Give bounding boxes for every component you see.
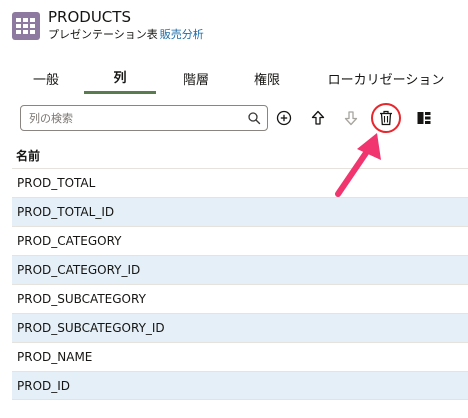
column-search-input[interactable] — [29, 111, 239, 125]
table-row[interactable]: PROD_CATEGORY_ID — [12, 255, 468, 284]
move-down-icon — [344, 111, 358, 126]
column-search-box — [20, 105, 268, 131]
table-row[interactable]: PROD_SUBCATEGORY_ID — [12, 313, 468, 342]
move-up-icon — [311, 110, 325, 125]
tab-localization[interactable]: ローカリゼーション — [316, 62, 456, 94]
subject-area-link[interactable]: 販売分析 — [160, 28, 204, 41]
columns-list: PROD_TOTAL PROD_TOTAL_ID PROD_CATEGORY P… — [12, 168, 468, 400]
page-title: PRODUCTS — [48, 8, 131, 26]
tab-bar: 一般 列 階層 権限 ローカリゼーション — [12, 62, 468, 96]
panel-icon — [417, 112, 431, 124]
table-row[interactable]: PROD_CATEGORY — [12, 226, 468, 255]
tab-hierarchy[interactable]: 階層 — [166, 62, 226, 94]
delete-column-button[interactable] — [374, 106, 398, 130]
move-up-button[interactable] — [306, 106, 330, 130]
subtitle-text: プレゼンテーション表 — [48, 28, 158, 41]
table-icon — [12, 12, 40, 40]
table-row[interactable]: PROD_NAME — [12, 342, 468, 371]
tab-permissions[interactable]: 権限 — [238, 62, 296, 94]
toggle-panel-button[interactable] — [412, 106, 436, 130]
add-column-button[interactable] — [272, 106, 296, 130]
table-row[interactable]: PROD_TOTAL — [12, 168, 468, 197]
table-row[interactable]: PROD_TOTAL_ID — [12, 197, 468, 226]
table-row[interactable]: PROD_ID — [12, 371, 468, 400]
add-icon — [276, 110, 292, 126]
move-down-button[interactable] — [339, 106, 363, 130]
table-row[interactable]: PROD_SUBCATEGORY — [12, 284, 468, 313]
columns-toolbar — [0, 104, 468, 134]
tab-columns[interactable]: 列 — [84, 62, 156, 94]
delete-icon — [380, 110, 392, 126]
page-header: PRODUCTS プレゼンテーション表 販売分析 — [12, 8, 204, 44]
column-header-name: 名前 — [16, 148, 41, 163]
tab-general[interactable]: 一般 — [16, 62, 76, 94]
page-subtitle: プレゼンテーション表 販売分析 — [48, 27, 204, 43]
search-icon[interactable] — [247, 111, 261, 125]
